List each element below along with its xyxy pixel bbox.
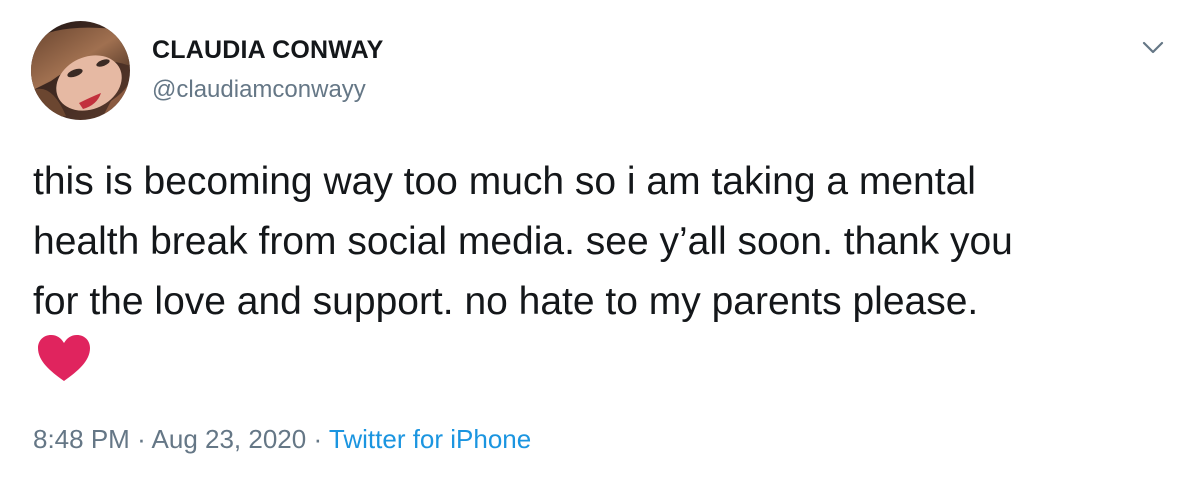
avatar[interactable] [31,21,130,120]
user-handle[interactable]: @claudiamconwayy [152,76,366,104]
display-name[interactable]: CLAUDIA CONWAY [152,36,384,65]
tweet-text-line: health break from social media. see y’al… [33,220,1013,263]
tweet-date[interactable]: Aug 23, 2020 [152,424,307,454]
tweet-text: this is becoming way too much so i am ta… [33,152,1163,332]
tweet-time[interactable]: 8:48 PM [33,424,130,454]
tweet-text-line: this is becoming way too much so i am ta… [33,160,976,203]
avatar-image [31,21,130,120]
heart-icon [36,333,92,383]
tweet-metadata: 8:48 PM · Aug 23, 2020 · Twitter for iPh… [33,424,531,455]
chevron-down-icon[interactable] [1141,37,1165,57]
separator-dot: · [137,424,146,454]
tweet-text-line: for the love and support. no hate to my … [33,280,979,323]
tweet-card: CLAUDIA CONWAY @claudiamconwayy this is … [0,0,1196,484]
tweet-source-link[interactable]: Twitter for iPhone [329,424,531,454]
separator-dot: · [313,424,323,454]
